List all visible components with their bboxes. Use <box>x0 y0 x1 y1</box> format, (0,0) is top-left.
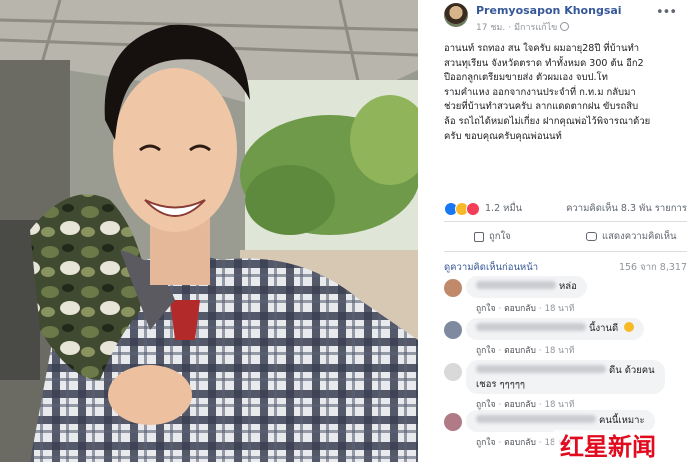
facebook-post-panel: Premyosapon Khongsai 17 ชม. · มีการแก้ไข •… <box>418 0 687 462</box>
blurred-name <box>476 365 606 373</box>
watermark-svg: 红星新闻 <box>554 430 687 462</box>
comment-count[interactable]: ความคิดเห็น 8.3 พัน รายการ <box>566 201 687 216</box>
more-options-icon[interactable]: ••• <box>656 5 677 20</box>
author-name[interactable]: Premyosapon Khongsai <box>476 4 622 17</box>
comment-time[interactable]: 18 นาที <box>545 400 575 410</box>
comment-actions: ถูกใจ·ตอบกลับ·18 นาที <box>476 346 575 356</box>
post-stats: 1.2 หมื่น ความคิดเห็น 8.3 พัน รายการ <box>444 201 687 217</box>
comment-label: แสดงความคิดเห็น <box>602 231 677 242</box>
comment-like-link[interactable]: ถูกใจ <box>476 304 495 314</box>
comment-bubble: คนนี้เหมาะ <box>466 410 655 432</box>
comment-reply-link[interactable]: ตอบกลับ <box>504 400 536 410</box>
comment-text: คนนี้เหมาะ <box>599 415 645 426</box>
selfie-illustration <box>0 0 418 462</box>
comment-text: เชอร ๆๆๆๆๆ <box>476 379 526 390</box>
view-previous-comments-link[interactable]: ดูความคิดเห็นก่อนหน้า <box>444 260 538 275</box>
comments-header: ดูความคิดเห็นก่อนหน้า 156 จาก 8,317 <box>444 260 687 274</box>
comment-actions: ถูกใจ·ตอบกลับ·18 นาที <box>476 400 575 410</box>
post-text-line: ล้อ รถไถได้หมดไม่เกี่ยง ฝากคุณพ่อไว้พิจา… <box>444 115 651 127</box>
post-text-line: สวนทุเรียน จังหวัดตราด ทำทั้งหมด 300 ต้น… <box>444 57 644 69</box>
comment-bubble: ดีน ด้วยคน เชอร ๆๆๆๆๆ <box>466 360 665 394</box>
reaction-count: 1.2 หมื่น <box>485 203 523 214</box>
post-time[interactable]: 17 ชม. <box>476 23 505 33</box>
commenter-avatar[interactable] <box>444 279 462 297</box>
comment-bubble-icon <box>586 232 597 241</box>
love-reaction-icon <box>466 201 480 216</box>
reactions-summary[interactable]: 1.2 หมื่น <box>444 201 522 216</box>
comment-item: หล่อ ถูกใจ · ตอบกลับ · 18 นาที <box>444 276 687 316</box>
comment-time[interactable]: 18 นาที <box>545 346 575 356</box>
comment-like-link[interactable]: ถูกใจ <box>476 438 495 448</box>
comments-count: 156 จาก 8,317 <box>618 262 687 273</box>
comment-like-link[interactable]: ถูกใจ <box>476 400 495 410</box>
globe-icon <box>560 22 570 31</box>
post-body: อานนท์ รถทอง สน ใจครับ ผมอายุ28ปี ที่บ้า… <box>444 42 680 144</box>
emoji-icon <box>624 322 635 332</box>
news-watermark-logo: 红星新闻 <box>554 430 687 462</box>
comment-reply-link[interactable]: ตอบกลับ <box>504 346 536 356</box>
comment-bubble: หล่อ <box>466 276 587 298</box>
like-button[interactable]: ถูกใจ <box>474 229 511 244</box>
comment-text: นี้งานดี <box>589 323 619 334</box>
selfie-photo <box>0 0 418 462</box>
comment-text: หล่อ <box>559 281 577 292</box>
commenter-avatar[interactable] <box>444 413 462 431</box>
post-text-line: ครับ ขอบคุณครับคุณพ่อนนท์ <box>444 130 562 142</box>
post-text-line: รามคำแหง ออกจากงานประจำที่ ก.ท.ม กลับมา <box>444 86 636 98</box>
post-actions: ถูกใจ แสดงความคิดเห็น <box>444 225 687 247</box>
comment-button[interactable]: แสดงความคิดเห็น <box>586 229 677 244</box>
post-meta: 17 ชม. · มีการแก้ไข <box>476 20 570 34</box>
comment-item: ดีน ด้วยคน เชอร ๆๆๆๆๆ ถูกใจ · ตอบกลับ · 18 น… <box>444 360 687 412</box>
post-header: Premyosapon Khongsai 17 ชม. · มีการแก้ไข •… <box>444 3 684 35</box>
commenter-avatar[interactable] <box>444 321 462 339</box>
divider <box>444 221 687 222</box>
comment-bubble: นี้งานดี <box>466 318 645 340</box>
comment-item: นี้งานดี ถูกใจ · ตอบกลับ · 18 นาที <box>444 318 687 358</box>
divider <box>444 251 687 252</box>
post-text-line: ปีออกลูกเตรียมขายส่ง ตัวผมเอง จบป.โท <box>444 72 608 84</box>
post-text-line: ช่วยที่บ้านทำสวนครับ ลากแดดตากฝน ขับรถสิ… <box>444 101 639 113</box>
comment-like-link[interactable]: ถูกใจ <box>476 346 495 356</box>
blurred-name <box>476 281 556 289</box>
thumbs-up-icon <box>474 231 484 242</box>
like-label: ถูกใจ <box>489 231 511 242</box>
meta-separator: · <box>508 23 512 33</box>
comment-reply-link[interactable]: ตอบกลับ <box>504 304 536 314</box>
svg-text:红星新闻: 红星新闻 <box>560 433 656 461</box>
blurred-name <box>476 415 596 423</box>
view-previous-label: ดูความคิดเห็นก่อนหน้า <box>444 262 539 273</box>
comment-time[interactable]: 18 นาที <box>545 304 575 314</box>
comment-reply-link[interactable]: ตอบกลับ <box>504 438 536 448</box>
edited-label[interactable]: มีการแก้ไข <box>514 23 557 33</box>
author-avatar[interactable] <box>444 3 468 27</box>
commenter-avatar[interactable] <box>444 363 462 381</box>
post-text-line: อานนท์ รถทอง สน ใจครับ ผมอายุ28ปี ที่บ้า… <box>444 43 640 54</box>
blurred-name <box>476 323 586 331</box>
comment-text: ดีน ด้วยคน <box>609 365 655 376</box>
comment-actions: ถูกใจ·ตอบกลับ·18 นาที <box>476 304 575 314</box>
